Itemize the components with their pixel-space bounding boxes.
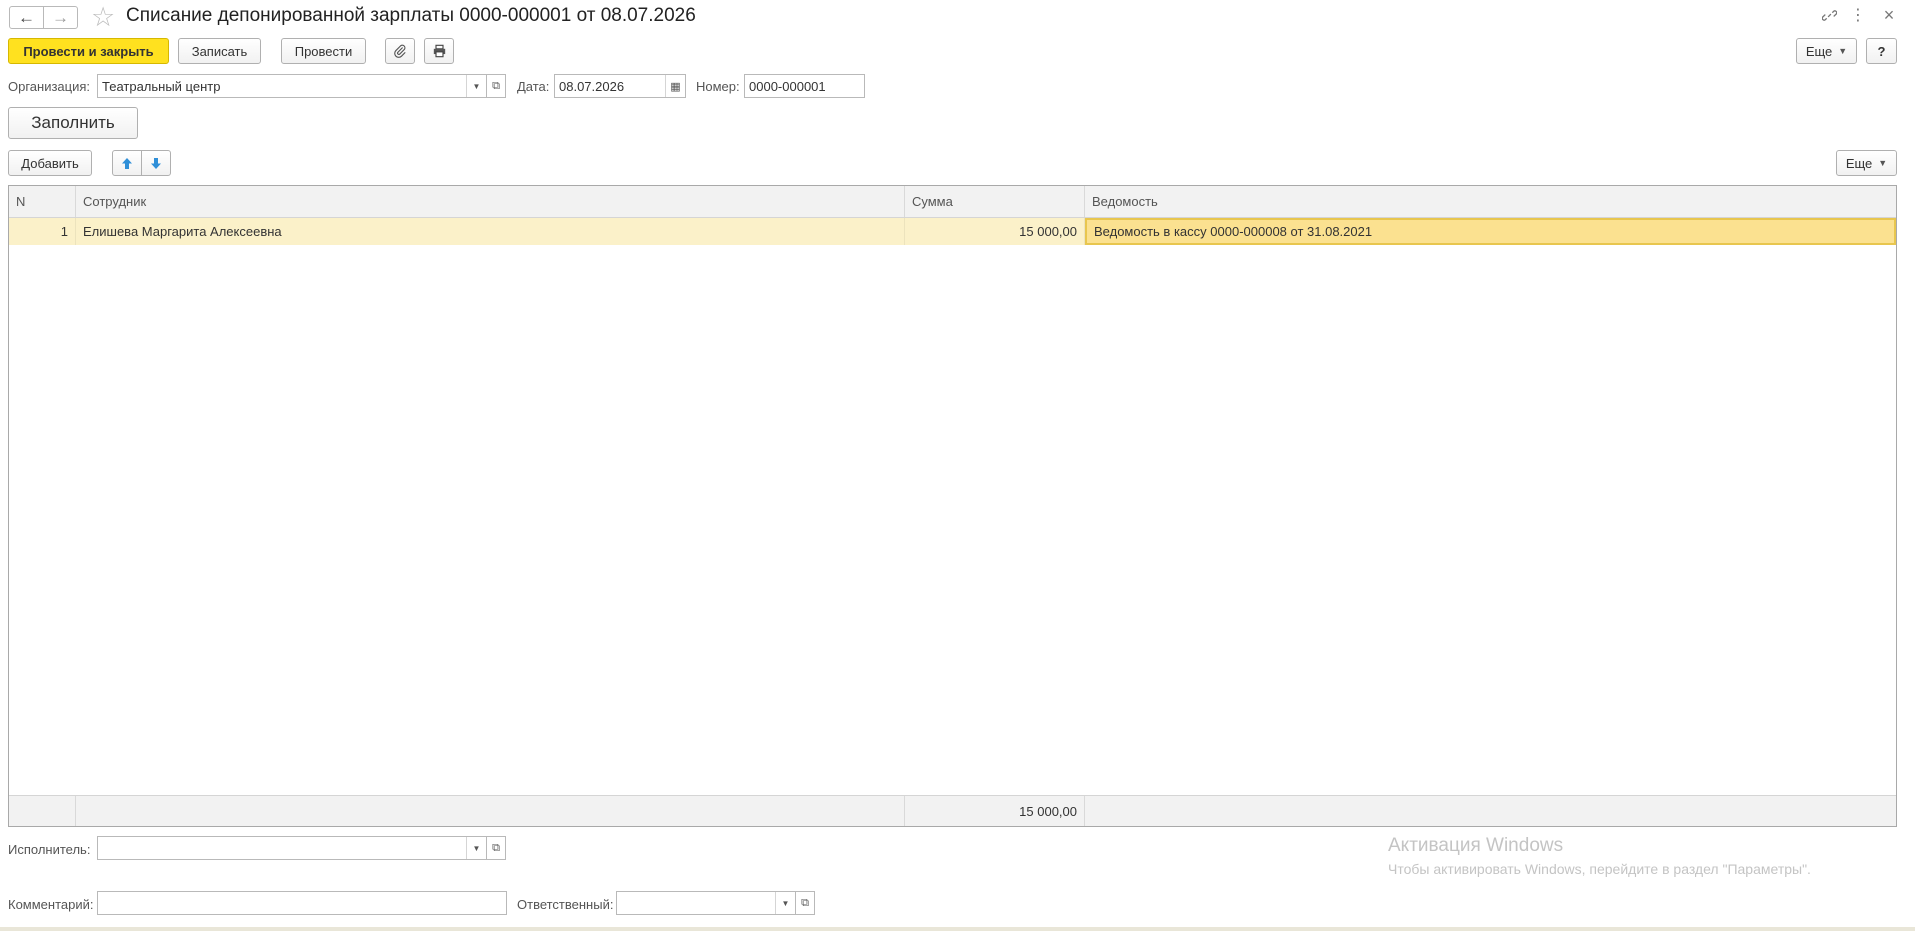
- footer-total-amount: 15 000,00: [905, 796, 1085, 826]
- responsible-field[interactable]: ▼: [616, 891, 796, 915]
- post-button[interactable]: Провести: [281, 38, 366, 64]
- post-and-close-button[interactable]: Провести и закрыть: [8, 38, 169, 64]
- table-more-button[interactable]: Еще ▼: [1836, 150, 1897, 176]
- close-icon[interactable]: ×: [1878, 4, 1900, 26]
- open-responsible-icon[interactable]: ⧉: [795, 891, 815, 915]
- footer-cell-employee: [76, 796, 905, 826]
- arrow-down-icon: [151, 157, 161, 169]
- arrow-right-icon: →: [52, 7, 69, 27]
- dropdown-arrow-icon[interactable]: ▼: [466, 75, 486, 97]
- chevron-down-icon: ▼: [1838, 46, 1848, 56]
- dropdown-arrow-icon[interactable]: ▼: [775, 892, 795, 914]
- page-title: Списание депонированной зарплаты 0000-00…: [126, 5, 696, 26]
- forward-button[interactable]: →: [43, 6, 78, 29]
- org-value: Театральный центр: [102, 78, 221, 94]
- column-header-amount[interactable]: Сумма: [905, 186, 1085, 217]
- link-svg: [1821, 9, 1837, 21]
- favorite-star-icon[interactable]: ☆: [91, 3, 115, 31]
- org-field[interactable]: Театральный центр ▼: [97, 74, 487, 98]
- move-up-button[interactable]: [112, 150, 142, 176]
- open-executor-icon[interactable]: ⧉: [486, 836, 506, 860]
- link-icon[interactable]: [1818, 4, 1840, 26]
- more-menu-icon[interactable]: ⋮: [1847, 4, 1869, 26]
- printer-icon: [433, 44, 445, 58]
- date-label: Дата:: [517, 79, 550, 94]
- cell-employee[interactable]: Елишева Маргарита Алексеевна: [76, 218, 905, 245]
- attach-button[interactable]: [385, 38, 415, 64]
- bottom-divider: [0, 927, 1915, 931]
- fill-button[interactable]: Заполнить: [8, 107, 138, 139]
- number-field[interactable]: 0000-000001: [744, 74, 865, 98]
- paperclip-icon: [394, 44, 406, 58]
- print-button[interactable]: [424, 38, 454, 64]
- cell-n[interactable]: 1: [9, 218, 76, 245]
- back-button[interactable]: ←: [9, 6, 44, 29]
- add-button[interactable]: Добавить: [8, 150, 92, 176]
- org-label: Организация:: [8, 79, 91, 94]
- windows-activation-title: Активация Windows: [1388, 835, 1564, 856]
- comment-field[interactable]: [97, 891, 507, 915]
- arrow-up-icon: [122, 157, 132, 169]
- employees-table[interactable]: N Сотрудник Сумма Ведомость 1 Елишева Ма…: [8, 185, 1897, 827]
- more-button[interactable]: Еще ▼: [1796, 38, 1857, 64]
- arrow-left-icon: ←: [18, 7, 35, 27]
- number-value: 0000-000001: [749, 78, 826, 94]
- column-header-employee[interactable]: Сотрудник: [76, 186, 905, 217]
- cell-amount[interactable]: 15 000,00: [905, 218, 1085, 245]
- table-row[interactable]: 1 Елишева Маргарита Алексеевна 15 000,00…: [9, 218, 1896, 245]
- executor-label: Исполнитель:: [8, 842, 91, 857]
- table-header: N Сотрудник Сумма Ведомость: [9, 186, 1896, 218]
- footer-cell-statement: [1085, 796, 1896, 826]
- column-header-n[interactable]: N: [9, 186, 76, 217]
- calendar-icon[interactable]: ▦: [665, 75, 685, 97]
- table-footer: 15 000,00: [9, 795, 1896, 826]
- executor-field[interactable]: ▼: [97, 836, 487, 860]
- date-value: 08.07.2026: [559, 78, 625, 94]
- comment-label: Комментарий:: [8, 897, 94, 912]
- dropdown-arrow-icon[interactable]: ▼: [466, 837, 486, 859]
- table-more-label: Еще: [1845, 155, 1873, 171]
- responsible-label: Ответственный:: [517, 897, 614, 912]
- footer-cell-n: [9, 796, 76, 826]
- save-button[interactable]: Записать: [178, 38, 261, 64]
- help-button[interactable]: ?: [1866, 38, 1897, 64]
- windows-activation-text: Чтобы активировать Windows, перейдите в …: [1388, 861, 1811, 877]
- column-header-statement[interactable]: Ведомость: [1085, 186, 1896, 217]
- chevron-down-icon: ▼: [1878, 158, 1888, 168]
- cell-statement[interactable]: Ведомость в кассу 0000-000008 от 31.08.2…: [1085, 218, 1896, 245]
- number-label: Номер:: [696, 79, 740, 94]
- move-down-button[interactable]: [141, 150, 171, 176]
- open-org-icon[interactable]: ⧉: [486, 74, 506, 98]
- more-button-label: Еще: [1805, 43, 1833, 59]
- date-field[interactable]: 08.07.2026 ▦: [554, 74, 686, 98]
